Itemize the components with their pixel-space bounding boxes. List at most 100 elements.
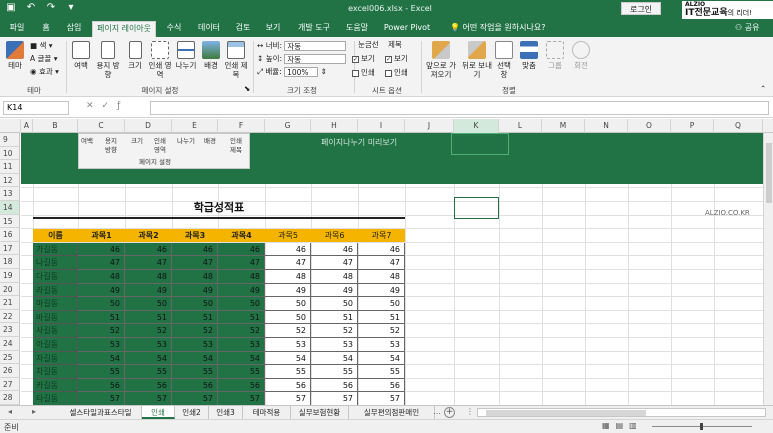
row-header-22[interactable]: 22 xyxy=(0,309,20,324)
table-value-cell[interactable]: 51 xyxy=(358,310,405,325)
table-value-cell[interactable]: 50 xyxy=(172,297,218,311)
table-value-cell[interactable]: 56 xyxy=(311,378,358,393)
table-value-cell[interactable]: 57 xyxy=(125,392,172,405)
table-value-cell[interactable]: 52 xyxy=(78,324,125,338)
row-header-10[interactable]: 10 xyxy=(0,146,20,161)
col-header-p[interactable]: P xyxy=(671,119,714,133)
table-value-cell[interactable]: 56 xyxy=(125,378,172,393)
horizontal-scrollbar[interactable] xyxy=(477,408,766,417)
more-sheets-icon[interactable]: … xyxy=(433,407,441,416)
normal-view-icon[interactable]: ▦ xyxy=(602,421,616,430)
table-value-cell[interactable]: 55 xyxy=(78,365,125,379)
vertical-scroll-thumb[interactable] xyxy=(766,143,772,203)
row-header-14[interactable]: 14 xyxy=(0,201,20,215)
table-value-cell[interactable]: 53 xyxy=(78,338,125,352)
table-header-cell[interactable]: 과목5 xyxy=(265,229,311,242)
gridlines-print-checkbox[interactable]: 인쇄 xyxy=(352,68,375,78)
col-header-h[interactable]: H xyxy=(311,119,358,133)
table-value-cell[interactable]: 47 xyxy=(125,256,172,270)
table-value-cell[interactable]: 49 xyxy=(78,283,125,298)
table-value-cell[interactable]: 48 xyxy=(265,270,311,284)
col-header-m[interactable]: M xyxy=(542,119,585,133)
fx-icon[interactable]: ƒ xyxy=(117,101,128,111)
table-value-cell[interactable]: 50 xyxy=(78,297,125,311)
margins-button[interactable]: 여백 xyxy=(70,41,92,70)
table-value-cell[interactable]: 54 xyxy=(311,351,358,366)
row-header-12[interactable]: 12 xyxy=(0,173,20,188)
table-value-cell[interactable]: 52 xyxy=(358,324,405,338)
align-button[interactable]: 맞춤 xyxy=(518,41,540,70)
col-header-e[interactable]: E xyxy=(172,119,218,133)
page-setup-launcher-icon[interactable]: ⬊ xyxy=(244,84,250,94)
active-cell-k14[interactable] xyxy=(454,197,499,219)
table-value-cell[interactable]: 55 xyxy=(172,365,218,379)
table-value-cell[interactable]: 56 xyxy=(78,378,125,393)
row-header-18[interactable]: 18 xyxy=(0,255,20,269)
row-header-28[interactable]: 28 xyxy=(0,391,20,405)
col-header-i[interactable]: I xyxy=(358,119,405,133)
table-value-cell[interactable]: 53 xyxy=(311,338,358,352)
add-sheet-icon[interactable]: + xyxy=(444,407,455,418)
breaks-button[interactable]: 나누기 xyxy=(174,41,198,70)
tab-view[interactable]: 보기 xyxy=(262,21,284,37)
table-value-cell[interactable]: 50 xyxy=(125,297,172,311)
themes-button[interactable]: 테마 xyxy=(4,41,26,70)
table-value-cell[interactable]: 51 xyxy=(125,310,172,325)
spinner-arrows-icon[interactable]: ⇕ xyxy=(321,67,327,76)
row-header-11[interactable]: 11 xyxy=(0,160,20,174)
orientation-button[interactable]: 용지 방향 xyxy=(95,41,121,79)
tab-insert[interactable]: 삽입 xyxy=(63,21,85,37)
table-value-cell[interactable]: 53 xyxy=(125,338,172,352)
collapse-ribbon-icon[interactable]: ⌃ xyxy=(760,84,766,94)
table-value-cell[interactable]: 52 xyxy=(125,324,172,338)
col-header-a[interactable]: A xyxy=(21,119,33,133)
table-value-cell[interactable]: 48 xyxy=(78,270,125,284)
row-header-13[interactable]: 13 xyxy=(0,187,20,201)
table-value-cell[interactable]: 46 xyxy=(78,242,125,257)
page-break-view-icon[interactable]: ▥ xyxy=(629,421,643,430)
table-value-cell[interactable]: 47 xyxy=(78,256,125,270)
table-value-cell[interactable]: 52 xyxy=(311,324,358,338)
table-value-cell[interactable]: 55 xyxy=(311,365,358,379)
col-header-d[interactable]: D xyxy=(125,119,172,133)
table-value-cell[interactable]: 48 xyxy=(218,270,265,284)
send-backward-button[interactable]: 뒤로 보내기 xyxy=(462,41,492,79)
tab-help[interactable]: 도움말 xyxy=(343,21,371,37)
table-value-cell[interactable]: 54 xyxy=(358,351,405,366)
col-header-o[interactable]: O xyxy=(628,119,671,133)
row-header-9[interactable]: 9 xyxy=(0,133,20,147)
worksheet-grid[interactable]: 여백 용지 방향 크기 인쇄 영역 나누기 배경 인쇄 제목 페이지 설정 페이… xyxy=(21,133,773,405)
row-header-16[interactable]: 16 xyxy=(0,228,20,242)
row-header-24[interactable]: 24 xyxy=(0,337,20,351)
scale-spinner[interactable]: 100% xyxy=(284,67,319,77)
table-value-cell[interactable]: 47 xyxy=(172,256,218,270)
row-header-17[interactable]: 17 xyxy=(0,241,20,256)
next-sheet-icon[interactable]: ▸ xyxy=(32,407,36,416)
table-value-cell[interactable]: 53 xyxy=(265,338,311,352)
col-header-c[interactable]: C xyxy=(78,119,125,133)
row-header-21[interactable]: 21 xyxy=(0,296,20,310)
table-value-cell[interactable]: 56 xyxy=(172,378,218,393)
tab-formulas[interactable]: 수식 xyxy=(163,21,185,37)
tell-me-box[interactable]: 💡 어떤 작업을 원하시나요? xyxy=(450,22,545,33)
tab-split-icon[interactable]: ⋮ xyxy=(466,407,474,416)
table-name-cell[interactable]: 타길동 xyxy=(33,392,78,405)
table-value-cell[interactable]: 51 xyxy=(218,310,265,325)
tab-developer[interactable]: 개발 도구 xyxy=(294,21,334,37)
horizontal-scroll-thumb[interactable] xyxy=(486,410,646,416)
col-header-l[interactable]: L xyxy=(499,119,542,133)
table-value-cell[interactable]: 46 xyxy=(125,242,172,257)
table-value-cell[interactable]: 52 xyxy=(218,324,265,338)
tab-file[interactable]: 파일 xyxy=(6,21,28,37)
background-button[interactable]: 배경 xyxy=(200,41,222,70)
table-value-cell[interactable]: 52 xyxy=(265,324,311,338)
sheet-tab-convenience[interactable]: 실무편의점판매인 xyxy=(349,406,435,419)
table-value-cell[interactable]: 57 xyxy=(218,392,265,405)
table-header-cell[interactable]: 과목7 xyxy=(358,229,405,242)
sheet-tab-insurance[interactable]: 실무보험현황 xyxy=(291,406,349,419)
group-button[interactable]: 그룹 xyxy=(544,41,566,70)
undo-icon[interactable]: ↶ xyxy=(24,2,38,13)
prev-sheet-icon[interactable]: ◂ xyxy=(8,407,12,416)
table-value-cell[interactable]: 50 xyxy=(265,297,311,311)
print-area-button[interactable]: 인쇄 영역 xyxy=(148,41,172,79)
